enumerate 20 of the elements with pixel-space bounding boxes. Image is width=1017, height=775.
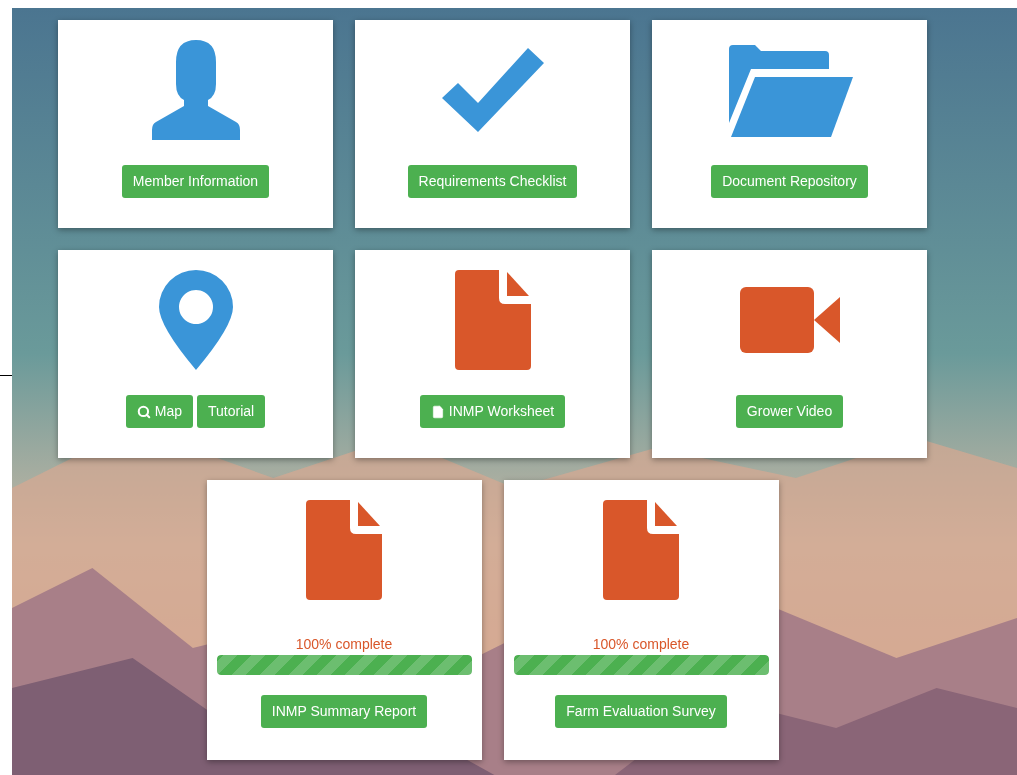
tile-button[interactable]: Grower Video xyxy=(735,395,844,428)
video-camera-icon xyxy=(739,287,840,353)
document-icon xyxy=(603,500,679,600)
tile-button[interactable]: INMP Summary Report xyxy=(260,695,428,728)
tile-button[interactable]: Requirements Checklist xyxy=(407,165,578,198)
document-icon xyxy=(306,500,382,600)
tile-button[interactable]: Map xyxy=(125,395,194,428)
search-icon xyxy=(136,404,151,419)
folder-icon xyxy=(726,43,853,137)
tile-button[interactable]: INMP Worksheet xyxy=(419,395,566,428)
tile-button[interactable]: Farm Evaluation Survey xyxy=(555,695,727,728)
progress-text: 100% complete xyxy=(295,636,393,652)
tile-button[interactable]: Member Information xyxy=(121,165,270,198)
tile-button[interactable]: Document Repository xyxy=(711,165,868,198)
tile-button[interactable]: Tutorial xyxy=(197,395,266,428)
progress-text: 100% complete xyxy=(592,636,690,652)
document-icon xyxy=(430,404,445,419)
checkmark-icon xyxy=(441,48,544,132)
document-icon xyxy=(454,270,531,370)
map-pin-icon xyxy=(158,270,233,370)
